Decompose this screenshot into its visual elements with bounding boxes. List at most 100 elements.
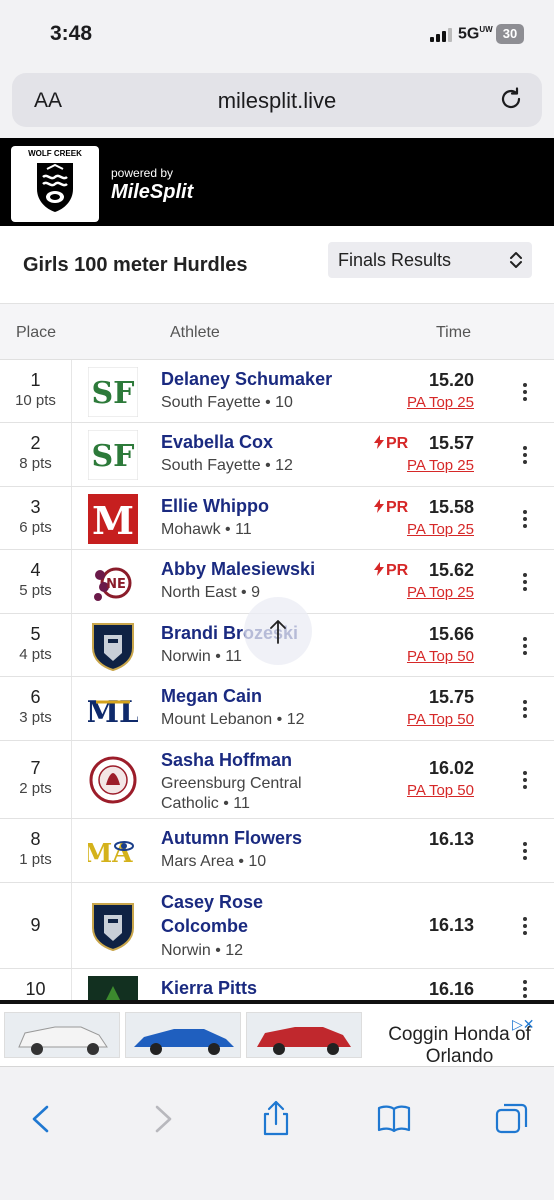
athlete-team: Norwin • 11 [161, 648, 242, 665]
event-header: Girls 100 meter Hurdles Finals Results [0, 226, 554, 304]
team-logo[interactable]: SF [87, 429, 139, 481]
place-cell: 4 5 pts [0, 550, 72, 613]
arrow-up-icon [270, 620, 286, 644]
kebab-icon[interactable] [514, 697, 536, 721]
share-icon[interactable] [256, 1099, 296, 1139]
athlete-team: South Fayette • 10 [161, 394, 293, 411]
table-row[interactable]: 10 Kierra Pitts 16.16 [0, 969, 554, 1000]
pr-badge: PR [374, 499, 408, 517]
address-bar[interactable]: AA milesplit.live [12, 73, 542, 127]
result-time: 15.20 [428, 370, 474, 390]
athlete-name[interactable]: Abby Malesiewski [161, 557, 315, 581]
kebab-icon[interactable] [514, 380, 536, 404]
team-logo[interactable]: NE [88, 557, 138, 607]
state-rank-link[interactable]: PA Top 25 [407, 584, 474, 601]
ad-choices-icon[interactable]: ▷✕ [512, 1016, 535, 1033]
kebab-icon[interactable] [514, 443, 536, 467]
team-logo[interactable]: ML [86, 684, 140, 734]
milesplit-logo[interactable]: MileSplit [111, 181, 193, 204]
reload-icon[interactable] [498, 86, 524, 112]
ad-car-image[interactable] [4, 1012, 120, 1058]
kebab-icon[interactable] [514, 507, 536, 531]
ad-banner[interactable]: Coggin Honda of Orlando ▷✕ [0, 1000, 554, 1067]
result-time: 16.13 [428, 829, 474, 849]
state-rank-link[interactable]: PA Top 25 [407, 394, 474, 411]
results-select[interactable]: Finals Results [328, 242, 532, 278]
pr-label: PR [386, 435, 409, 452]
state-rank-link[interactable]: PA Top 50 [407, 782, 474, 799]
table-row[interactable]: 6 3 pts ML Megan Cain Mount Lebanon • 12 15.7… [0, 677, 554, 741]
team-logo[interactable] [88, 755, 138, 805]
lightning-icon [374, 562, 384, 576]
result-time: 15.62 [428, 560, 474, 580]
state-rank-link[interactable]: PA Top 50 [407, 711, 474, 728]
athlete-name[interactable]: Delaney Schumaker [161, 367, 332, 391]
wolf-creek-logo[interactable]: WOLF CREEK [11, 146, 99, 222]
browser-toolbar: AA milesplit.live [0, 68, 554, 138]
team-logo[interactable]: M [88, 494, 138, 544]
lightning-icon [374, 435, 384, 449]
network-label: 5GUW [458, 25, 493, 43]
svg-text:M: M [92, 498, 134, 543]
time-column-header: Time [436, 324, 471, 341]
url-text[interactable]: milesplit.live [12, 88, 542, 114]
state-rank-link[interactable]: PA Top 25 [407, 457, 474, 474]
place-number: 8 [30, 829, 41, 849]
athlete-team: Norwin • 12 [161, 942, 244, 959]
kebab-icon[interactable] [514, 634, 536, 658]
athlete-team: Mount Lebanon • 12 [161, 711, 305, 728]
site-header: WOLF CREEK powered by MileSplit [0, 138, 554, 226]
place-points: 10 pts [15, 392, 56, 409]
result-time: 15.57 [428, 433, 474, 453]
table-row[interactable]: 7 2 pts Sasha Hoffman Greensburg Central Ca… [0, 741, 554, 819]
svg-text:MA: MA [88, 839, 133, 869]
results-select-value: Finals Results [338, 250, 452, 270]
athlete-name[interactable]: Evabella Cox [161, 430, 273, 454]
athlete-team: Mohawk • 11 [161, 521, 252, 538]
table-row[interactable]: 2 8 pts SF Evabella Cox South Fayette • 12 PR… [0, 423, 554, 487]
athlete-name[interactable]: Casey Rose Colcombe [161, 890, 281, 938]
forward-icon[interactable] [142, 1099, 182, 1139]
athlete-name[interactable]: Autumn Flowers [161, 826, 302, 850]
place-cell: 10 [0, 969, 72, 1000]
ad-car-image[interactable] [125, 1012, 241, 1058]
team-logo[interactable]: MA [84, 826, 138, 876]
back-icon[interactable] [22, 1099, 62, 1139]
athlete-name[interactable]: Sasha Hoffman [161, 748, 292, 772]
signal-icon [430, 28, 454, 42]
state-rank-link[interactable]: PA Top 25 [407, 521, 474, 538]
team-logo[interactable] [88, 901, 138, 952]
kebab-icon[interactable] [514, 768, 536, 792]
kebab-icon[interactable] [514, 914, 536, 938]
athlete-name[interactable]: Ellie Whippo [161, 494, 269, 518]
table-row[interactable]: 3 6 pts M Ellie Whippo Mohawk • 11 PR 15.58 PA … [0, 487, 554, 550]
bookmarks-icon[interactable] [374, 1099, 414, 1139]
browser-bottom-bar [0, 1066, 554, 1200]
pr-badge: PR [374, 435, 408, 453]
table-row[interactable]: 1 10 pts SF Delaney Schumaker South Fayette … [0, 360, 554, 423]
lightning-icon [374, 499, 384, 513]
status-time: 3:48 [50, 22, 93, 45]
table-row[interactable]: 9 Casey Rose Colcombe Norwin • 12 16.13 [0, 883, 554, 969]
state-rank-link[interactable]: PA Top 50 [407, 648, 474, 665]
kebab-icon[interactable] [514, 839, 536, 863]
place-cell: 1 10 pts [0, 360, 72, 422]
team-logo[interactable]: SF [87, 366, 139, 418]
tabs-icon[interactable] [492, 1099, 532, 1139]
scroll-to-top-button[interactable] [244, 597, 312, 665]
place-number: 3 [30, 497, 41, 517]
kebab-icon[interactable] [514, 977, 536, 1000]
athlete-name[interactable]: Kierra Pitts [161, 976, 257, 1000]
ad-car-image[interactable] [246, 1012, 362, 1058]
athlete-team: North East • 9 [161, 584, 260, 601]
athlete-column-header: Athlete [170, 324, 220, 341]
team-logo[interactable] [88, 621, 138, 672]
table-row[interactable]: 8 1 pts MA Autumn Flowers Mars Area • 10 16.1… [0, 819, 554, 883]
result-time: 15.75 [428, 687, 474, 707]
kebab-icon[interactable] [514, 570, 536, 594]
pr-label: PR [386, 499, 409, 516]
svg-text:SF: SF [92, 376, 135, 411]
team-logo[interactable] [88, 976, 138, 1000]
athlete-name[interactable]: Megan Cain [161, 684, 262, 708]
place-cell: 3 6 pts [0, 487, 72, 549]
